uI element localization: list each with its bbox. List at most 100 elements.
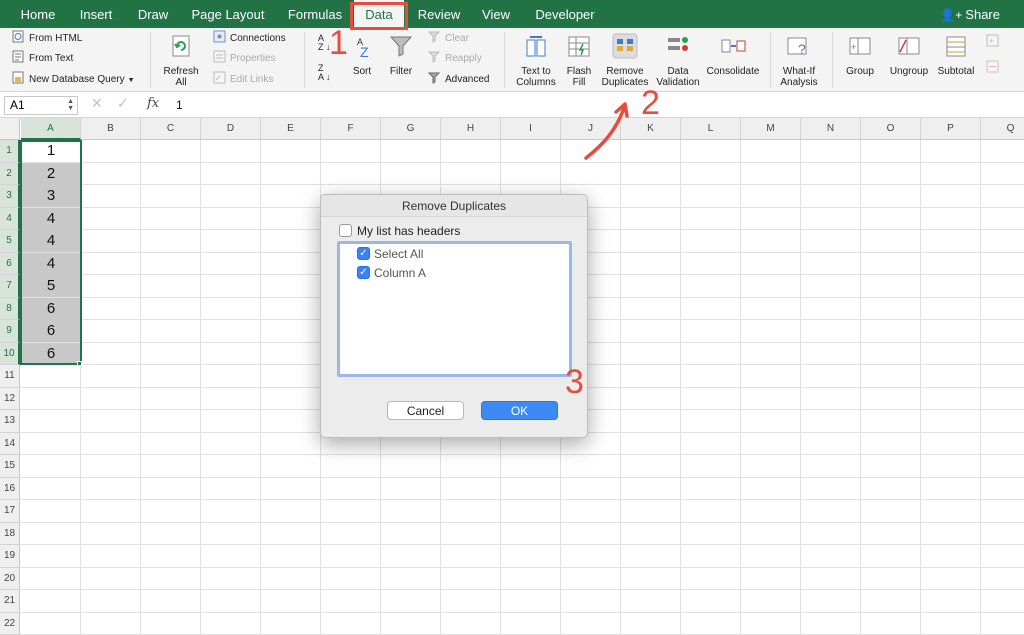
column-header-m[interactable]: M bbox=[741, 118, 801, 140]
ribbon-separator bbox=[770, 32, 771, 88]
row-header-10[interactable]: 10 bbox=[0, 343, 20, 366]
name-box-stepper-icon[interactable]: ▲▼ bbox=[67, 98, 74, 112]
refresh-all-button[interactable]: Refresh All bbox=[157, 28, 205, 88]
sort-button[interactable]: AZ Sort bbox=[344, 28, 380, 77]
column-header-p[interactable]: P bbox=[921, 118, 981, 140]
whatif-label-1: What-If bbox=[776, 66, 822, 77]
row-header-11[interactable]: 11 bbox=[0, 365, 20, 388]
tab-insert[interactable]: Insert bbox=[70, 0, 122, 28]
tab-page-layout[interactable]: Page Layout bbox=[185, 0, 271, 28]
consolidate-button[interactable]: Consolidate bbox=[704, 28, 762, 77]
column-header-d[interactable]: D bbox=[201, 118, 261, 140]
what-if-analysis-button[interactable]: ? What-If Analysis bbox=[776, 28, 822, 88]
whatif-label-2: Analysis bbox=[776, 77, 822, 88]
tab-review[interactable]: Review bbox=[410, 0, 468, 28]
row-header-18[interactable]: 18 bbox=[0, 523, 20, 546]
filter-funnel-icon bbox=[387, 32, 415, 60]
column-a-checkbox[interactable]: ✓ bbox=[357, 266, 370, 279]
grid-column-line bbox=[740, 140, 741, 635]
remove-duplicates-button[interactable]: Remove Duplicates bbox=[598, 28, 652, 88]
properties-button[interactable]: Properties bbox=[213, 50, 276, 68]
tab-draw[interactable]: Draw bbox=[128, 0, 178, 28]
new-database-query-button[interactable]: New Database Query▼ bbox=[12, 71, 135, 89]
connections-icon bbox=[213, 30, 226, 43]
row-header-1[interactable]: 1 bbox=[0, 140, 20, 163]
row-header-14[interactable]: 14 bbox=[0, 433, 20, 456]
row-header-15[interactable]: 15 bbox=[0, 455, 20, 478]
columns-listbox[interactable]: ✓ Select All ✓ Column A bbox=[337, 241, 572, 377]
row-header-3[interactable]: 3 bbox=[0, 185, 20, 208]
column-header-h[interactable]: H bbox=[441, 118, 501, 140]
column-header-g[interactable]: G bbox=[381, 118, 441, 140]
svg-text:?: ? bbox=[798, 41, 806, 57]
row-header-22[interactable]: 22 bbox=[0, 613, 20, 635]
row-header-6[interactable]: 6 bbox=[0, 253, 20, 276]
cancel-button[interactable]: Cancel bbox=[387, 401, 464, 420]
sort-descending-button[interactable]: ZA ↓ bbox=[318, 64, 331, 82]
row-header-2[interactable]: 2 bbox=[0, 163, 20, 186]
column-header-l[interactable]: L bbox=[681, 118, 741, 140]
edit-links-button[interactable]: Edit Links bbox=[213, 71, 273, 89]
select-all-corner[interactable] bbox=[0, 118, 20, 140]
row-header-19[interactable]: 19 bbox=[0, 545, 20, 568]
flash-fill-label-1: Flash bbox=[562, 66, 596, 77]
tab-developer[interactable]: Developer bbox=[526, 0, 604, 28]
data-validation-button[interactable]: Data Validation bbox=[654, 28, 702, 88]
column-header-n[interactable]: N bbox=[801, 118, 861, 140]
grid-column-line bbox=[200, 140, 201, 635]
show-detail-button[interactable]: + bbox=[986, 34, 1003, 52]
confirm-entry-icon[interactable]: ✓ bbox=[117, 95, 129, 112]
dv-label-1: Data bbox=[654, 66, 702, 77]
column-header-b[interactable]: B bbox=[81, 118, 141, 140]
column-header-o[interactable]: O bbox=[861, 118, 921, 140]
share-button[interactable]: 👤+Share bbox=[940, 0, 1000, 28]
row-header-13[interactable]: 13 bbox=[0, 410, 20, 433]
clear-button[interactable]: Clear bbox=[428, 30, 469, 48]
reapply-button[interactable]: Reapply bbox=[428, 50, 482, 68]
advanced-filter-button[interactable]: Advanced bbox=[428, 71, 489, 89]
row-header-7[interactable]: 7 bbox=[0, 275, 20, 298]
row-header-9[interactable]: 9 bbox=[0, 320, 20, 343]
row-header-4[interactable]: 4 bbox=[0, 208, 20, 231]
subtotal-button[interactable]: Subtotal bbox=[934, 28, 978, 77]
hide-detail-button[interactable] bbox=[986, 60, 1003, 78]
column-header-q[interactable]: Q bbox=[981, 118, 1024, 140]
tab-view[interactable]: View bbox=[474, 0, 518, 28]
group-icon: + bbox=[846, 32, 874, 60]
column-header-e[interactable]: E bbox=[261, 118, 321, 140]
insert-function-icon[interactable]: fx bbox=[147, 96, 159, 111]
headers-checkbox[interactable] bbox=[339, 224, 352, 237]
ungroup-button[interactable]: Ungroup bbox=[886, 28, 932, 77]
row-header-17[interactable]: 17 bbox=[0, 500, 20, 523]
fill-handle[interactable] bbox=[77, 361, 82, 366]
dialog-title: Remove Duplicates bbox=[321, 195, 587, 217]
name-box[interactable]: A1 ▲▼ bbox=[4, 96, 78, 115]
column-header-i[interactable]: I bbox=[501, 118, 561, 140]
text-to-columns-icon bbox=[522, 32, 550, 60]
filter-button[interactable]: Filter bbox=[384, 28, 418, 77]
grid-row-line bbox=[20, 567, 1024, 568]
row-header-12[interactable]: 12 bbox=[0, 388, 20, 411]
row-header-21[interactable]: 21 bbox=[0, 590, 20, 613]
row-header-16[interactable]: 16 bbox=[0, 478, 20, 501]
column-header-f[interactable]: F bbox=[321, 118, 381, 140]
row-header-8[interactable]: 8 bbox=[0, 298, 20, 321]
cancel-entry-icon[interactable]: ✕ bbox=[91, 95, 103, 112]
from-text-label: From Text bbox=[29, 53, 73, 64]
select-all-checkbox[interactable]: ✓ bbox=[357, 247, 370, 260]
group-button[interactable]: + Group bbox=[838, 28, 882, 77]
row-header-5[interactable]: 5 bbox=[0, 230, 20, 253]
row-header-20[interactable]: 20 bbox=[0, 568, 20, 591]
from-html-button[interactable]: From HTML bbox=[12, 30, 82, 48]
connections-button[interactable]: Connections bbox=[213, 30, 286, 48]
column-header-c[interactable]: C bbox=[141, 118, 201, 140]
formula-input[interactable]: 1 bbox=[176, 98, 183, 112]
from-text-button[interactable]: From Text bbox=[12, 50, 73, 68]
column-header-a[interactable]: A bbox=[21, 118, 81, 140]
tab-home[interactable]: Home bbox=[10, 0, 66, 28]
ok-button[interactable]: OK bbox=[481, 401, 558, 420]
flash-fill-button[interactable]: Flash Fill bbox=[562, 28, 596, 88]
clear-label: Clear bbox=[445, 33, 469, 44]
edit-links-icon bbox=[213, 71, 226, 84]
text-to-columns-button[interactable]: Text to Columns bbox=[512, 28, 560, 88]
